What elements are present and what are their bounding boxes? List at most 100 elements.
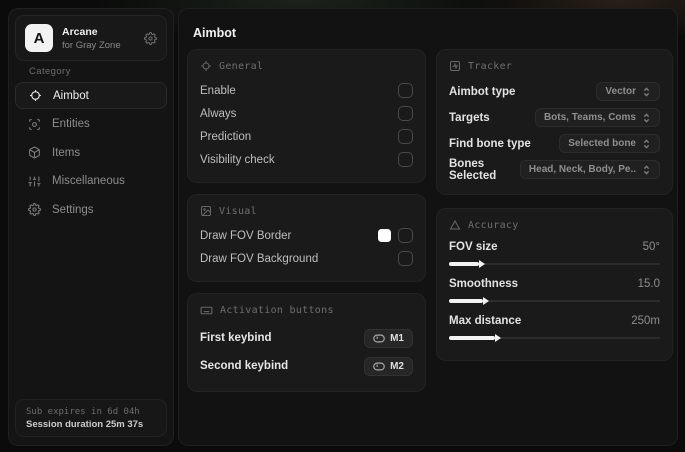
slider-fill (449, 262, 479, 266)
box-icon (28, 146, 41, 159)
section-title: General (219, 60, 264, 72)
smoothness-slider[interactable] (449, 295, 660, 307)
sliders-icon (28, 175, 41, 188)
toggle-label: Draw FOV Background (200, 252, 319, 265)
mouse-icon (373, 334, 385, 343)
chevron-up-down-icon (642, 112, 651, 123)
slider-thumb[interactable] (482, 296, 489, 305)
enable-checkbox[interactable] (398, 83, 413, 98)
page-title: Aimbot (193, 26, 237, 40)
sidebar: A Arcane for Gray Zone Category Aimbot E… (8, 8, 174, 446)
max-distance-slider[interactable] (449, 332, 660, 344)
crosshair-icon (200, 60, 212, 72)
toggle-row-enable: Enable (200, 79, 413, 102)
find-bone-type-dropdown[interactable]: Selected bone (559, 134, 660, 153)
slider-thumb[interactable] (495, 333, 502, 342)
general-card: General Enable Always Prediction Visibil… (187, 49, 426, 183)
mouse-icon (373, 362, 385, 371)
category-label: Category (29, 66, 71, 77)
dropdown-value: Vector (605, 86, 636, 97)
sidebar-item-items[interactable]: Items (15, 139, 167, 166)
keybind-row-first: First keybind M1 (200, 324, 413, 352)
slider-group-smoothness: Smoothness 15.0 (449, 275, 660, 307)
app-subtitle: for Gray Zone (62, 39, 121, 51)
slider-value: 50° (642, 241, 660, 253)
targets-dropdown[interactable]: Bots, Teams, Coms (534, 108, 660, 127)
app-logo: A (25, 24, 53, 52)
keybind-value: M2 (390, 360, 404, 372)
activity-icon (449, 60, 461, 72)
dropdown-value: Head, Neck, Body, Pe.. (528, 164, 636, 175)
slider-label: Smoothness (449, 278, 519, 290)
chevron-up-down-icon (642, 138, 651, 149)
visibility-check-checkbox[interactable] (398, 152, 413, 167)
toggle-row-prediction: Prediction (200, 125, 413, 148)
section-title: Tracker (468, 60, 513, 72)
bones-selected-dropdown[interactable]: Head, Neck, Body, Pe.. (519, 160, 660, 179)
sidebar-item-entities[interactable]: Entities (15, 111, 167, 138)
slider-thumb[interactable] (478, 259, 485, 268)
dropdown-row-aimbot-type: Aimbot type Vector (449, 79, 660, 104)
fov-size-slider[interactable] (449, 258, 660, 270)
chevron-up-down-icon (642, 164, 651, 175)
sidebar-item-label: Entities (52, 118, 90, 130)
toggle-row-draw-fov-border: Draw FOV Border (200, 224, 413, 247)
slider-label: FOV size (449, 241, 498, 253)
session-duration-text: Session duration 25m 37s (26, 418, 144, 430)
sidebar-item-settings[interactable]: Settings (15, 196, 167, 223)
app-header: A Arcane for Gray Zone (15, 15, 167, 61)
toggle-label: Visibility check (200, 153, 275, 166)
main-panel: Aimbot General Enable Always Prediction … (178, 8, 678, 446)
app-title: Arcane (62, 25, 98, 38)
keybind-label: First keybind (200, 332, 272, 344)
always-checkbox[interactable] (398, 106, 413, 121)
toggle-row-always: Always (200, 102, 413, 125)
slider-fill (449, 299, 483, 303)
aimbot-type-dropdown[interactable]: Vector (596, 82, 660, 101)
sidebar-item-miscellaneous[interactable]: Miscellaneous (15, 168, 167, 195)
keyboard-icon (200, 304, 213, 317)
slider-group-fov-size: FOV size 50° (449, 238, 660, 270)
toggle-label: Prediction (200, 130, 252, 143)
dropdown-value: Selected bone (568, 138, 636, 149)
second-keybind-button[interactable]: M2 (364, 356, 413, 376)
tracker-card: Tracker Aimbot type Vector Targets Bots,… (436, 49, 673, 195)
dropdown-label: Find bone type (449, 137, 531, 150)
slider-value: 250m (631, 315, 660, 327)
toggle-row-visibility-check: Visibility check (200, 148, 413, 171)
sub-expires-text: Sub expires in 6d 04h (26, 406, 140, 417)
accuracy-card: Accuracy FOV size 50° Smoothness 15.0 Ma… (436, 208, 673, 361)
sidebar-item-label: Settings (52, 203, 94, 216)
image-icon (200, 205, 212, 217)
draw-fov-background-checkbox[interactable] (398, 251, 413, 266)
toggle-label: Always (200, 107, 237, 120)
slider-label: Max distance (449, 315, 522, 327)
dropdown-row-find-bone-type: Find bone type Selected bone (449, 131, 660, 156)
section-title: Visual (219, 205, 257, 217)
draw-fov-border-checkbox[interactable] (398, 228, 413, 243)
entities-scan-icon (28, 118, 41, 131)
slider-group-max-distance: Max distance 250m (449, 312, 660, 344)
toggle-label: Draw FOV Border (200, 229, 292, 242)
section-title: Accuracy (468, 219, 519, 231)
header-gear-icon[interactable] (144, 31, 157, 45)
toggle-row-draw-fov-background: Draw FOV Background (200, 247, 413, 270)
fov-border-color-swatch[interactable] (378, 229, 391, 242)
keybind-value: M1 (390, 332, 404, 344)
sidebar-menu: Aimbot Entities Items Miscellaneous Sett… (15, 82, 167, 225)
visual-card: Visual Draw FOV Border Draw FOV Backgrou… (187, 194, 426, 282)
first-keybind-button[interactable]: M1 (364, 328, 413, 348)
sidebar-item-aimbot[interactable]: Aimbot (15, 82, 167, 109)
slider-value: 15.0 (637, 278, 660, 290)
dropdown-value: Bots, Teams, Coms (543, 112, 636, 123)
gear-icon (28, 203, 41, 216)
sidebar-item-label: Aimbot (53, 89, 89, 102)
dropdown-label: Aimbot type (449, 85, 516, 98)
sidebar-item-label: Miscellaneous (52, 175, 125, 187)
crosshair-icon (29, 89, 42, 102)
section-title: Activation buttons (220, 305, 334, 316)
prediction-checkbox[interactable] (398, 129, 413, 144)
slider-fill (449, 336, 496, 340)
toggle-label: Enable (200, 84, 236, 97)
chevron-up-down-icon (642, 86, 651, 97)
